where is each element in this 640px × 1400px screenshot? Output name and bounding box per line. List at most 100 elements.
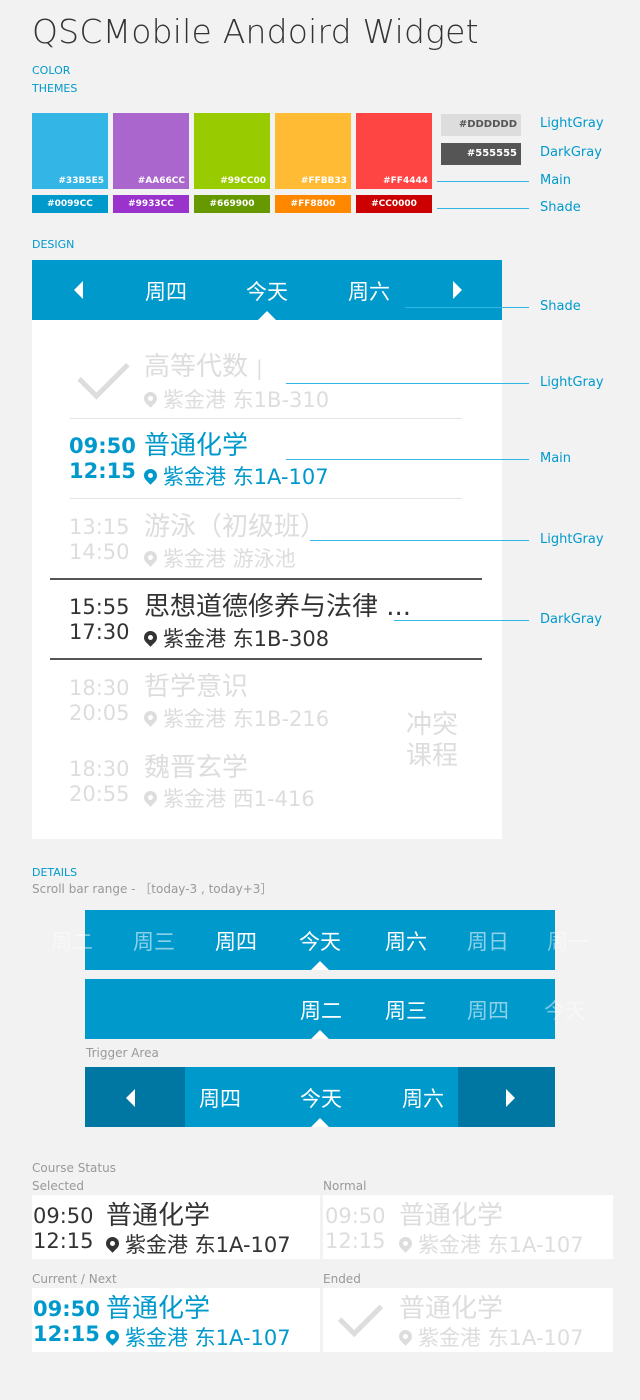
day-tab[interactable]: 周六 bbox=[383, 1083, 463, 1113]
day-tab[interactable]: 周二 bbox=[281, 995, 361, 1025]
course-name: 普通化学 bbox=[106, 1201, 211, 1231]
course-location: 紫金港 东1B-308 bbox=[141, 623, 329, 653]
location-pin-icon bbox=[141, 628, 160, 647]
annotation-line bbox=[310, 540, 529, 541]
today-caret-icon bbox=[311, 1118, 329, 1127]
annotation-line bbox=[405, 307, 529, 308]
annotation-darkgray: DarkGray bbox=[540, 612, 602, 627]
legend-main-line bbox=[437, 181, 529, 182]
annotation-lightgray: LightGray bbox=[540, 375, 604, 390]
swatch-green: #99CC00 bbox=[194, 113, 270, 189]
page-title: QSCMobile Andoird Widget bbox=[32, 12, 479, 51]
status-selected-label: Selected bbox=[32, 1179, 85, 1193]
swatch-red: #FF4444 bbox=[356, 113, 432, 189]
prev-arrow-icon[interactable] bbox=[74, 281, 83, 299]
course-time: 18:30 20:05 bbox=[69, 676, 130, 725]
course-list-panel: 高等代数 | 紫金港 东1B-310 09:50 12:15 普通化学 紫金港 东1… bbox=[32, 320, 502, 839]
location-pin-icon bbox=[141, 466, 160, 485]
day-tab-today[interactable]: 今天 bbox=[227, 276, 307, 306]
course-name[interactable]: 思想道德修养与法律 ... bbox=[144, 586, 411, 623]
day-tab[interactable]: 周六 bbox=[366, 926, 446, 956]
day-tab-today[interactable]: 今天 bbox=[281, 1083, 361, 1113]
shade-red: #CC0000 bbox=[356, 195, 432, 213]
next-arrow-icon[interactable] bbox=[506, 1089, 515, 1107]
swatch-label: #FFBB33 bbox=[300, 176, 347, 186]
course-location: 紫金港 东1A-107 bbox=[141, 461, 329, 491]
course-time: 09:50 12:15 bbox=[69, 434, 136, 483]
swatch-label: #AA66CC bbox=[137, 176, 185, 186]
course-status-heading: Course Status bbox=[32, 1161, 116, 1175]
course-location: 紫金港 东1B-310 bbox=[141, 384, 329, 414]
swatch-label: #FF4444 bbox=[383, 176, 428, 186]
day-tab-today[interactable]: 今天 bbox=[525, 995, 605, 1025]
day-tab[interactable]: 周四 bbox=[180, 1083, 260, 1113]
status-ended-label: Ended bbox=[323, 1272, 361, 1286]
course-location: 紫金港 游泳池 bbox=[141, 543, 296, 573]
shade-purple: #9933CC bbox=[113, 195, 189, 213]
course-location: 紫金港 东1A-107 bbox=[396, 1229, 584, 1259]
status-card-ended[interactable]: 普通化学 紫金港 东1A-107 bbox=[323, 1288, 613, 1352]
day-tab[interactable]: 周六 bbox=[329, 276, 409, 306]
day-tab[interactable]: 周四 bbox=[126, 276, 206, 306]
course-name[interactable]: 魏晋玄学 bbox=[144, 747, 248, 784]
swatch-label: #33B5E5 bbox=[58, 176, 104, 186]
course-name[interactable]: 普通化学 bbox=[144, 425, 248, 462]
status-current-label: Current / Next bbox=[32, 1272, 117, 1286]
day-tab[interactable]: 周三 bbox=[114, 926, 194, 956]
location-pin-icon bbox=[103, 1234, 122, 1253]
legend-main: Main bbox=[540, 173, 572, 188]
trigger-area-label: Trigger Area bbox=[86, 1046, 159, 1060]
location-pin-icon bbox=[141, 548, 160, 567]
selected-bottom-border bbox=[50, 658, 482, 660]
location-pin-icon bbox=[103, 1327, 122, 1346]
next-arrow-icon[interactable] bbox=[453, 281, 462, 299]
prev-arrow-icon[interactable] bbox=[126, 1089, 135, 1107]
location-pin-icon bbox=[141, 389, 160, 408]
status-card-current[interactable]: 09:50 12:15 普通化学 紫金港 东1A-107 bbox=[32, 1288, 320, 1352]
legend-shade-line bbox=[437, 208, 529, 209]
today-caret-icon bbox=[311, 961, 329, 970]
divider bbox=[70, 498, 462, 499]
annotation-line bbox=[286, 383, 529, 384]
course-name: 普通化学 bbox=[106, 1294, 211, 1324]
course-time: 18:30 20:55 bbox=[69, 757, 130, 806]
day-tab[interactable]: 周四 bbox=[196, 926, 276, 956]
course-time: 09:50 12:15 bbox=[33, 1297, 100, 1346]
conflict-label: 冲突 课程 bbox=[406, 710, 459, 771]
course-name[interactable]: 高等代数 | bbox=[144, 346, 263, 383]
shade-blue: #0099CC bbox=[32, 195, 108, 213]
status-normal-label: Normal bbox=[323, 1179, 367, 1193]
swatch-label: #99CC00 bbox=[220, 176, 266, 186]
swatch-purple: #AA66CC bbox=[113, 113, 189, 189]
day-tab[interactable]: 周二 bbox=[32, 926, 112, 956]
day-tab[interactable]: 周一 bbox=[528, 926, 608, 956]
swatch-blue: #33B5E5 bbox=[32, 113, 108, 189]
darkgray-swatch: #555555 bbox=[441, 143, 521, 165]
check-icon bbox=[77, 347, 130, 400]
legend-lightgray: LightGray bbox=[540, 116, 604, 131]
annotation-line bbox=[286, 459, 529, 460]
day-tab[interactable]: 周四 bbox=[448, 995, 528, 1025]
course-time: 09:50 12:15 bbox=[33, 1204, 94, 1253]
swatch-orange: #FFBB33 bbox=[275, 113, 351, 189]
course-location: 紫金港 东1B-216 bbox=[141, 703, 329, 733]
day-tab[interactable]: 周日 bbox=[448, 926, 528, 956]
status-card-normal[interactable]: 09:50 12:15 普通化学 紫金港 东1A-107 bbox=[323, 1195, 613, 1259]
course-name[interactable]: 哲学意识 bbox=[144, 666, 248, 703]
course-time: 15:55 17:30 bbox=[69, 595, 130, 644]
course-name[interactable]: 游泳（初级班） bbox=[144, 506, 326, 543]
course-location: 紫金港 东1A-107 bbox=[396, 1322, 584, 1352]
day-tab-today[interactable]: 今天 bbox=[280, 926, 360, 956]
check-icon bbox=[337, 1291, 384, 1338]
day-tab[interactable]: 周三 bbox=[366, 995, 446, 1025]
annotation-lightgray: LightGray bbox=[540, 532, 604, 547]
shade-orange: #FF8800 bbox=[275, 195, 351, 213]
location-pin-icon bbox=[396, 1234, 415, 1253]
course-name: 普通化学 bbox=[399, 1201, 504, 1231]
divider bbox=[70, 418, 462, 419]
course-location: 紫金港 东1A-107 bbox=[103, 1322, 291, 1352]
status-card-selected[interactable]: 09:50 12:15 普通化学 紫金港 东1A-107 bbox=[32, 1195, 320, 1259]
legend-darkgray: DarkGray bbox=[540, 145, 602, 160]
course-time: 09:50 12:15 bbox=[325, 1204, 386, 1253]
annotation-shade: Shade bbox=[540, 299, 581, 314]
